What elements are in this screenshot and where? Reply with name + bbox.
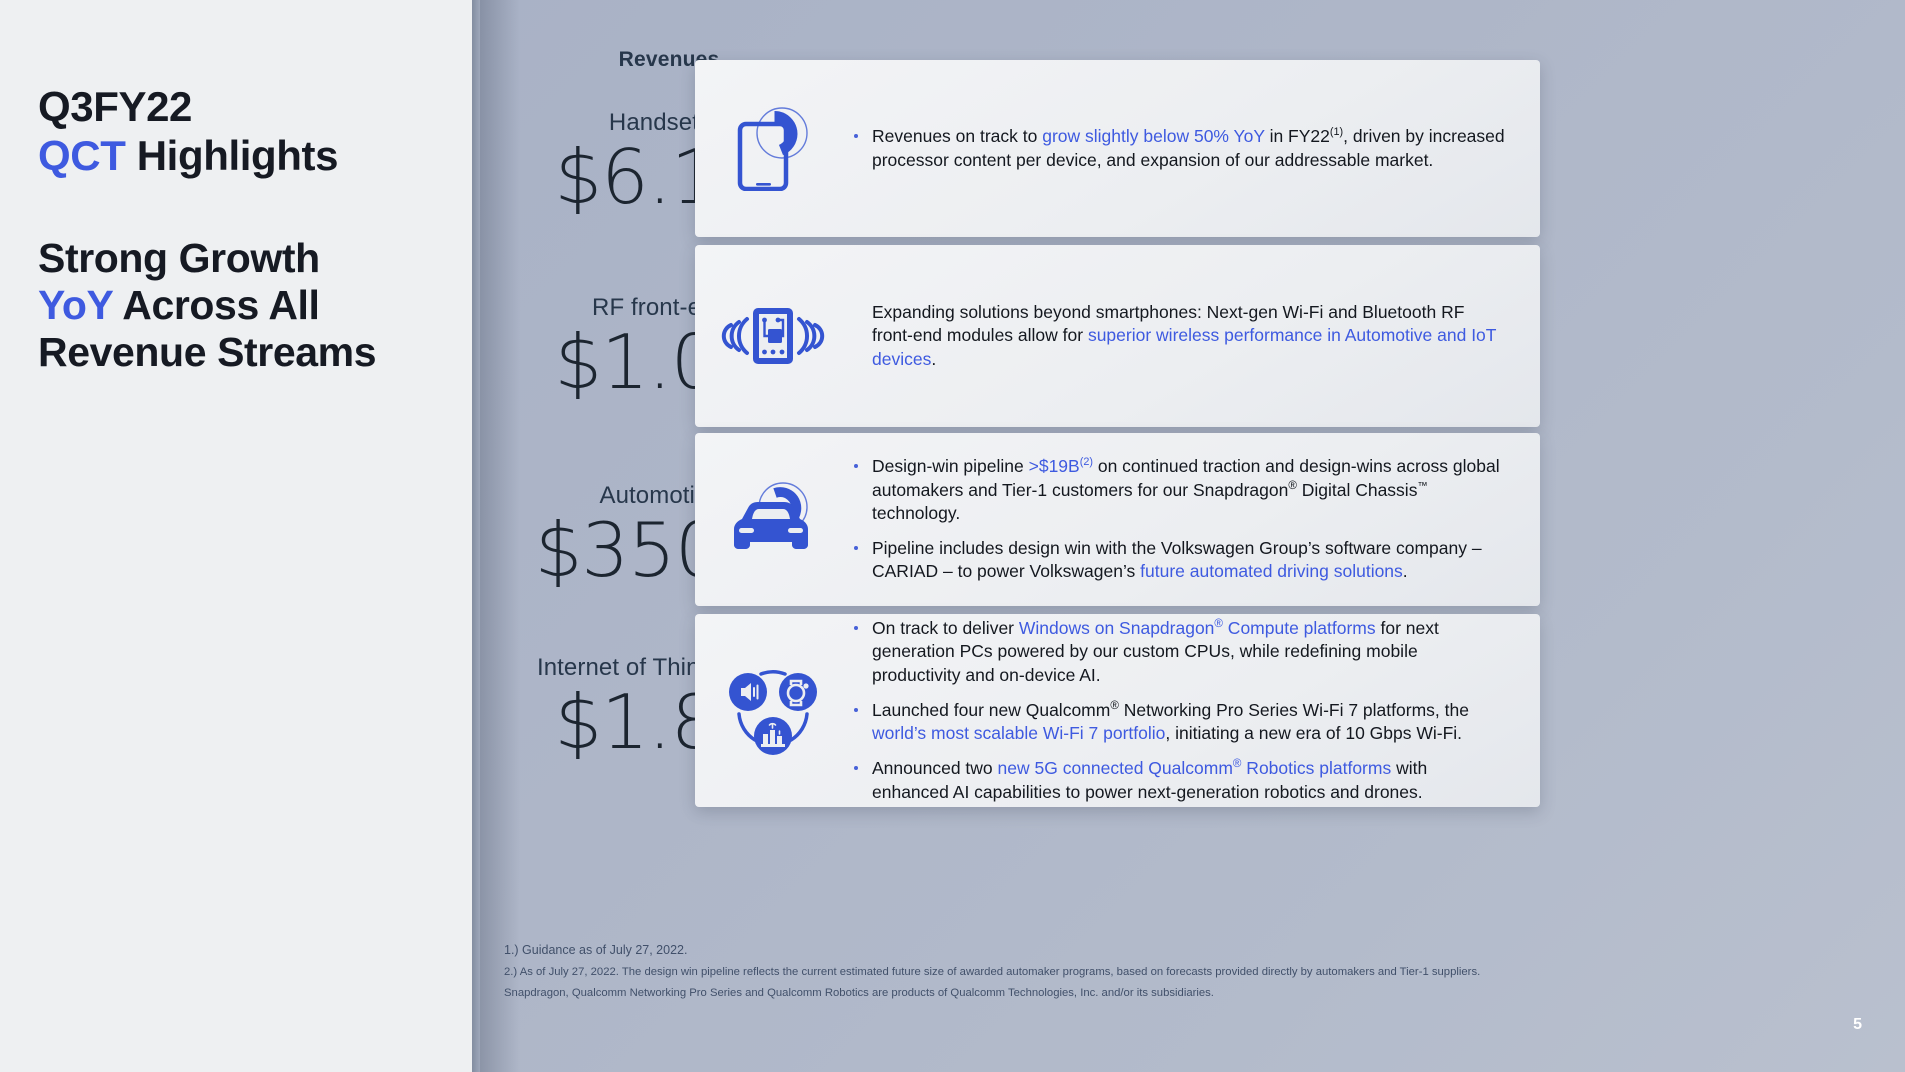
bullet-text: Pipeline includes design win with the Vo…: [872, 538, 1482, 582]
bullet-text: On track to deliver Windows on Snapdrago…: [872, 618, 1439, 685]
bullet-list: Expanding solutions beyond smartphones: …: [850, 301, 1506, 371]
list-item: Pipeline includes design win with the Vo…: [850, 537, 1506, 584]
card-text: Revenues on track to grow slightly below…: [850, 125, 1540, 172]
car-connected-icon: [695, 481, 850, 559]
page-title: Q3FY22 QCT Highlights: [38, 82, 458, 180]
automotive-card: Design-win pipeline >$19B(2) on continue…: [695, 433, 1540, 606]
bullet-text: Design-win pipeline >$19B(2) on continue…: [872, 456, 1500, 523]
list-item: Announced two new 5G connected Qualcomm®…: [850, 757, 1506, 804]
bullet-text: Launched four new Qualcomm® Networking P…: [872, 699, 1469, 744]
bullet-text: Announced two new 5G connected Qualcomm®…: [872, 758, 1428, 802]
bullet-text: Revenues on track to grow slightly below…: [872, 126, 1505, 170]
title-accent-qct: QCT: [38, 132, 126, 180]
panel-divider: [472, 0, 480, 1072]
rf-chip-waves-icon: [695, 305, 850, 367]
bullet-list: Design-win pipeline >$19B(2) on continue…: [850, 455, 1506, 583]
subtitle-rest-across-all: Across All: [112, 282, 320, 329]
footnote-2: 2.) As of July 27, 2022. The design win …: [504, 965, 1481, 978]
handsets-card: Revenues on track to grow slightly below…: [695, 60, 1540, 237]
main-panel: Revenues Handsets $6.1B RF front-end $1.…: [480, 0, 1905, 1072]
list-item: Expanding solutions beyond smartphones: …: [850, 301, 1506, 371]
list-item: Revenues on track to grow slightly below…: [850, 125, 1506, 172]
list-item: On track to deliver Windows on Snapdrago…: [850, 617, 1506, 687]
footnotes: 1.) Guidance as of July 27, 2022. 2.) As…: [504, 944, 1824, 1009]
page-subtitle: Strong Growth YoY Across All Revenue Str…: [38, 235, 468, 376]
card-text: On track to deliver Windows on Snapdrago…: [850, 617, 1540, 804]
list-item: Launched four new Qualcomm® Networking P…: [850, 699, 1506, 746]
title-rest-highlights: Highlights: [125, 132, 339, 180]
subtitle-line-1: Strong Growth: [38, 235, 320, 281]
page-number: 5: [1853, 1016, 1862, 1033]
footnote-3: Snapdragon, Qualcomm Networking Pro Seri…: [504, 986, 1214, 999]
list-item: Design-win pipeline >$19B(2) on continue…: [850, 455, 1506, 525]
bullet-list: Revenues on track to grow slightly below…: [850, 125, 1506, 172]
bullet-list: On track to deliver Windows on Snapdrago…: [850, 617, 1506, 804]
iot-network-icon: [695, 662, 850, 760]
bullet-text: Expanding solutions beyond smartphones: …: [872, 302, 1497, 369]
subtitle-line-2: YoY Across All: [38, 282, 468, 329]
title-line-1: Q3FY22: [38, 83, 193, 130]
title-line-2: QCT Highlights: [38, 131, 458, 180]
slide: Q3FY22 QCT Highlights Strong Growth YoY …: [0, 0, 1905, 1072]
smartphone-signal-icon: [695, 106, 850, 191]
iot-card: On track to deliver Windows on Snapdrago…: [695, 614, 1540, 807]
card-text: Design-win pipeline >$19B(2) on continue…: [850, 455, 1540, 583]
subtitle-line-3: Revenue Streams: [38, 329, 377, 376]
rf-front-end-card: Expanding solutions beyond smartphones: …: [695, 245, 1540, 427]
subtitle-accent-yoy: YoY: [38, 282, 113, 329]
footnote-1: 1.) Guidance as of July 27, 2022.: [504, 943, 688, 957]
left-panel: Q3FY22 QCT Highlights Strong Growth YoY …: [0, 0, 472, 1072]
card-text: Expanding solutions beyond smartphones: …: [850, 301, 1540, 371]
